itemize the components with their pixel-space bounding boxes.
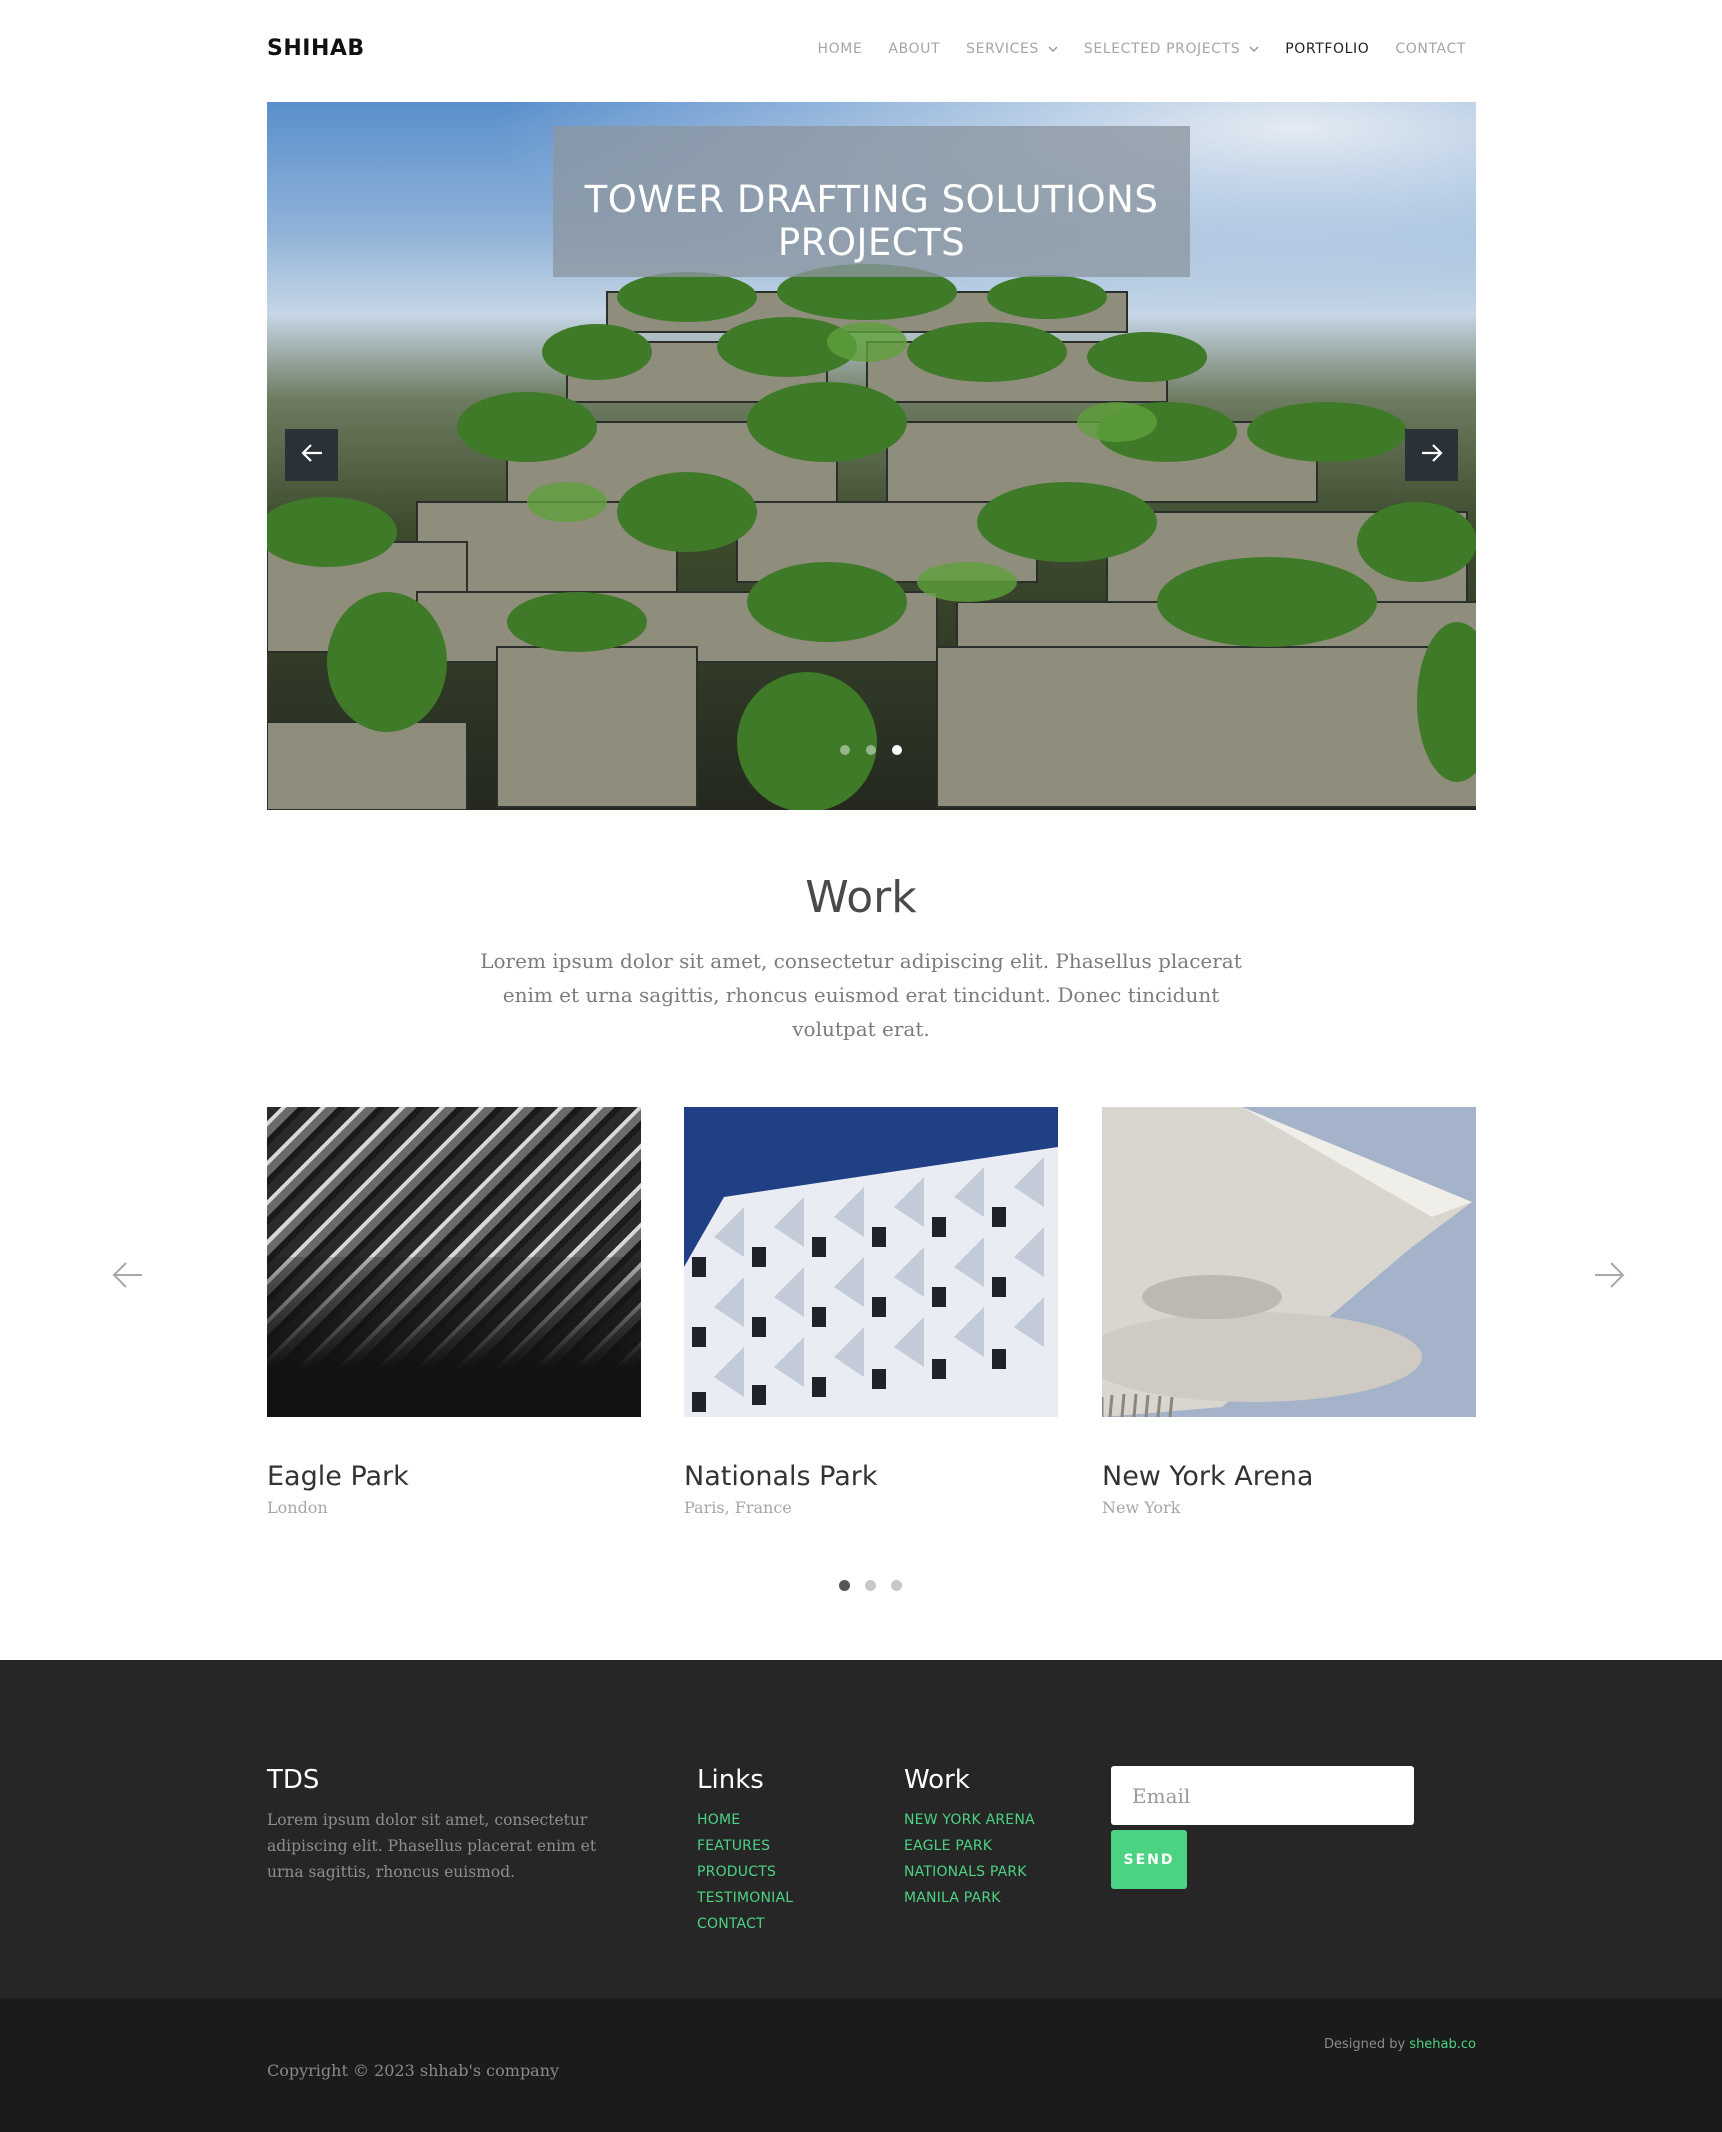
- footer-link-testimonial[interactable]: TESTIMONIAL: [697, 1885, 793, 1911]
- site-header: SHIHAB HOME ABOUT SERVICES SELECTED PROJ…: [267, 0, 1476, 102]
- project-name[interactable]: New York Arena: [1102, 1461, 1476, 1492]
- footer-about-title: TDS: [267, 1765, 320, 1795]
- arrow-left-icon: [111, 1262, 145, 1296]
- hero-title-line1: TOWER DRAFTING SOLUTIONS: [584, 178, 1159, 221]
- project-location: London: [267, 1498, 328, 1517]
- footer-links-title: Links: [697, 1765, 764, 1795]
- designer-link[interactable]: shehab.co: [1409, 2037, 1476, 2052]
- projects-dot[interactable]: [891, 1580, 902, 1591]
- bottom-bar: Copyright © 2023 shhab's company Designe…: [0, 1998, 1722, 2132]
- projects-dot[interactable]: [865, 1580, 876, 1591]
- nav-home[interactable]: HOME: [818, 41, 863, 57]
- send-button[interactable]: SEND: [1111, 1830, 1187, 1889]
- footer-link-products[interactable]: PRODUCTS: [697, 1859, 793, 1885]
- nav-services-label: SERVICES: [966, 41, 1039, 57]
- footer-work: Work NEW YORK ARENA EAGLE PARK NATIONALS…: [904, 1765, 1035, 1911]
- nav-portfolio-label: PORTFOLIO: [1285, 41, 1370, 57]
- chevron-down-icon: [1048, 43, 1058, 56]
- site-footer: TDS Lorem ipsum dolor sit amet, consecte…: [0, 1660, 1722, 1998]
- project-location: New York: [1102, 1498, 1181, 1517]
- work-intro: Lorem ipsum dolor sit amet, consectetur …: [480, 949, 1242, 1041]
- designed-by-label: Designed by: [1323, 2037, 1406, 2052]
- hero-next-button[interactable]: [1405, 429, 1458, 481]
- nav-about[interactable]: ABOUT: [888, 41, 940, 57]
- projects-dot-active[interactable]: [839, 1580, 850, 1591]
- footer-work-eagle-park[interactable]: EAGLE PARK: [904, 1833, 1035, 1859]
- nav-portfolio[interactable]: PORTFOLIO: [1285, 41, 1369, 57]
- hero-prev-button[interactable]: [285, 429, 338, 481]
- projects-pagination: [839, 1580, 917, 1591]
- footer-work-new-york-arena[interactable]: NEW YORK ARENA: [904, 1807, 1035, 1833]
- hero-pagination: [840, 745, 918, 755]
- footer-links: Links HOME FEATURES PRODUCTS TESTIMONIAL…: [697, 1765, 793, 1937]
- work-title: Work: [805, 872, 917, 923]
- designed-by: Designed by shehab.co: [1324, 2037, 1476, 2052]
- footer-work-nationals-park[interactable]: NATIONALS PARK: [904, 1859, 1035, 1885]
- arrow-right-icon: [1420, 443, 1444, 468]
- nav-contact-label: CONTACT: [1395, 41, 1466, 57]
- main-nav: HOME ABOUT SERVICES SELECTED PROJECTS PO…: [792, 41, 1466, 57]
- newsletter-form: SEND: [1111, 1766, 1414, 1889]
- arrow-right-icon: [1592, 1262, 1626, 1296]
- hero-dot-active[interactable]: [892, 745, 902, 755]
- nav-contact[interactable]: CONTACT: [1395, 41, 1466, 57]
- project-name[interactable]: Eagle Park: [267, 1461, 641, 1492]
- copyright-text: Copyright © 2023 shhab's company: [267, 2061, 560, 2080]
- hero-title-line2: PROJECTS: [777, 221, 966, 264]
- nav-selected-projects-label: SELECTED PROJECTS: [1083, 41, 1241, 57]
- project-name[interactable]: Nationals Park: [684, 1461, 1058, 1492]
- brand-logo[interactable]: SHIHAB: [267, 36, 365, 61]
- arrow-left-icon: [300, 443, 324, 468]
- nav-about-label: ABOUT: [888, 41, 941, 57]
- nav-services[interactable]: SERVICES: [966, 41, 1058, 57]
- project-card[interactable]: Eagle Park London: [267, 1107, 641, 1517]
- project-card[interactable]: Nationals Park Paris, France: [684, 1107, 1058, 1517]
- hero-dot[interactable]: [840, 745, 850, 755]
- project-card[interactable]: New York Arena New York: [1102, 1107, 1476, 1517]
- project-image[interactable]: [267, 1107, 641, 1417]
- footer-link-home[interactable]: HOME: [697, 1807, 793, 1833]
- project-location: Paris, France: [684, 1498, 792, 1517]
- projects-next-button[interactable]: [1592, 1258, 1632, 1298]
- nav-selected-projects[interactable]: SELECTED PROJECTS: [1084, 41, 1259, 57]
- project-image[interactable]: [1102, 1107, 1476, 1417]
- footer-link-features[interactable]: FEATURES: [697, 1833, 793, 1859]
- projects-prev-button[interactable]: [111, 1258, 151, 1298]
- hero-slider: TOWER DRAFTING SOLUTIONS PROJECTS: [267, 102, 1476, 810]
- chevron-down-icon: [1249, 43, 1259, 56]
- hero-dot[interactable]: [866, 745, 876, 755]
- footer-work-manila-park[interactable]: MANILA PARK: [904, 1885, 1035, 1911]
- footer-work-title: Work: [904, 1765, 970, 1795]
- hero-caption: TOWER DRAFTING SOLUTIONS PROJECTS: [553, 126, 1190, 277]
- footer-link-contact[interactable]: CONTACT: [697, 1911, 793, 1937]
- email-field[interactable]: [1111, 1766, 1414, 1825]
- footer-about-text: Lorem ipsum dolor sit amet, consectetur …: [267, 1811, 597, 1881]
- project-image[interactable]: [684, 1107, 1058, 1417]
- footer-about: TDS Lorem ipsum dolor sit amet, consecte…: [267, 1765, 637, 1885]
- nav-home-label: HOME: [817, 41, 863, 57]
